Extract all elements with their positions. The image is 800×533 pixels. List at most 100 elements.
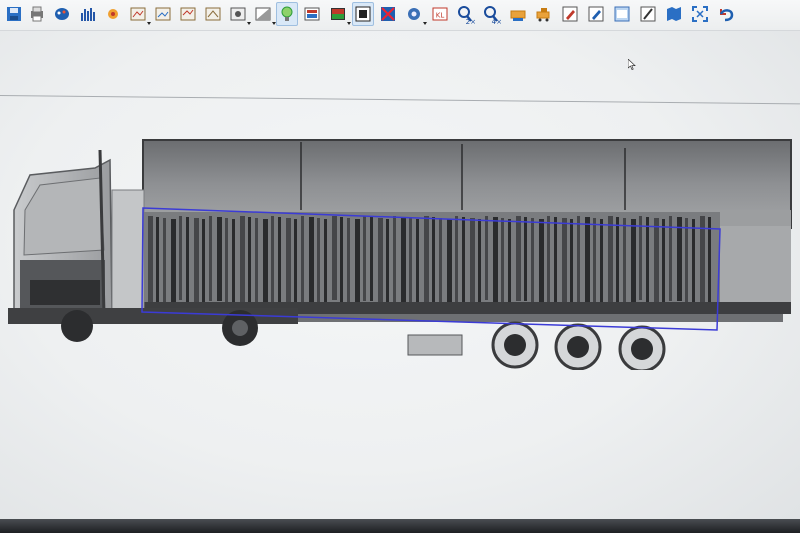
sharpen-icon[interactable] [228, 3, 251, 25]
lightbulb-icon[interactable] [276, 2, 298, 26]
palette-icon[interactable] [52, 3, 72, 25]
cargo-stripe [156, 217, 159, 304]
trailer-wheels [407, 321, 666, 373]
vehicle-icon[interactable] [534, 3, 554, 25]
cargo-stripe [646, 217, 649, 305]
cargo-stripe [616, 217, 619, 304]
monitor-bezel [0, 519, 800, 533]
cargo-stripe [424, 216, 429, 303]
cargo-stripe [462, 217, 465, 304]
fullscreen-icon[interactable] [690, 3, 710, 25]
cargo-stripe [685, 218, 688, 306]
map-icon[interactable] [664, 3, 684, 25]
cargo-stripe [378, 218, 383, 306]
cargo-stripe [623, 218, 626, 304]
toolbar: KL 2× 4× [0, 0, 800, 31]
xray-scan-image [8, 139, 792, 373]
cargo-stripe [585, 217, 590, 303]
contrast-icon[interactable] [253, 3, 276, 25]
cargo-stripe [416, 219, 419, 307]
trailer-body [142, 139, 792, 322]
cargo-stripe [340, 217, 343, 305]
cargo-stripe [263, 219, 268, 307]
cargo-stripe [539, 219, 544, 306]
filter-1-icon[interactable] [128, 3, 151, 25]
color-map-icon[interactable] [302, 3, 322, 25]
cargo-stripe [662, 219, 665, 305]
cargo-stripe [163, 218, 166, 304]
filter-4-icon[interactable] [203, 3, 223, 25]
cargo-stripe [401, 217, 406, 302]
cargo-stripe [286, 218, 291, 303]
cargo-stripe [516, 216, 521, 301]
cargo-stripe [485, 216, 488, 300]
undo-icon[interactable] [716, 3, 736, 25]
cargo-stripe [501, 218, 504, 305]
cargo-stripe [692, 219, 695, 306]
cargo-stripe [148, 216, 153, 304]
filter-2-icon[interactable] [153, 3, 173, 25]
cargo-stripe [271, 216, 274, 303]
cargo-stripe [309, 217, 314, 304]
gear-icon[interactable] [404, 3, 427, 25]
cargo-stripe [439, 218, 442, 303]
pseudo-color-icon[interactable] [328, 3, 351, 25]
cargo-stripe [554, 217, 557, 302]
cargo-stripe [562, 218, 567, 302]
cargo-stripe [209, 216, 212, 301]
filter-3-icon[interactable] [178, 3, 198, 25]
xray-image-viewer[interactable] [0, 130, 800, 373]
cargo-stripe [232, 219, 235, 306]
cargo-stripe [240, 216, 245, 302]
cargo-stripe [194, 218, 199, 305]
scanner-icon[interactable] [508, 3, 528, 25]
cargo-stripe [654, 218, 659, 305]
cargo-stripe [179, 216, 182, 300]
cargo-stripe [171, 219, 176, 304]
cargo-stripe [493, 217, 498, 305]
cargo-stripe [669, 216, 672, 301]
cargo-stripe [248, 217, 251, 302]
cargo-stripe [478, 219, 481, 304]
cargo-stripe [639, 216, 642, 300]
cargo-stripe [255, 218, 258, 302]
cargo-stripe [531, 218, 534, 306]
cargo-stripe [202, 219, 205, 305]
organic-filter-icon[interactable] [378, 3, 398, 25]
annotate-icon[interactable] [560, 3, 580, 25]
cargo-stripe [508, 219, 511, 305]
cargo-stripe [301, 216, 304, 304]
invert-icon[interactable] [352, 2, 374, 26]
cargo-stripe [317, 218, 320, 304]
zoom-2x-icon[interactable]: 2× [455, 3, 476, 26]
pencil-icon[interactable] [638, 3, 658, 25]
cargo-stripe [363, 216, 366, 301]
cargo-stripe [332, 216, 337, 300]
print-icon[interactable] [27, 3, 47, 25]
cargo-stripe [370, 217, 373, 301]
cargo-stripe [409, 218, 412, 302]
window-icon[interactable] [612, 3, 632, 25]
zoom-2x-label: 2× [465, 18, 476, 26]
cargo-stripe [225, 218, 228, 306]
histogram-icon[interactable] [78, 3, 98, 25]
edge-enhance-icon[interactable] [103, 3, 123, 25]
cargo-stripe [524, 217, 527, 301]
cargo-stripe [577, 216, 580, 303]
edit-note-icon[interactable] [586, 3, 606, 25]
cargo-stripe [432, 217, 435, 303]
cargo-stripe [324, 219, 327, 304]
cargo-stripe [217, 217, 222, 301]
kl-icon[interactable]: KL [430, 3, 450, 25]
save-icon[interactable] [4, 3, 24, 25]
cargo-stripe [677, 217, 682, 301]
cargo-stripe [547, 216, 550, 302]
cargo-stripe [278, 217, 281, 303]
zoom-4x-icon[interactable]: 4× [481, 3, 502, 26]
cargo-stripe [386, 219, 389, 306]
cargo-stripe [593, 218, 596, 303]
kl-label: KL [436, 12, 445, 20]
cargo-stripe [470, 218, 475, 304]
cargo-stripe [294, 219, 297, 303]
zoom-4x-label: 4× [491, 18, 502, 26]
